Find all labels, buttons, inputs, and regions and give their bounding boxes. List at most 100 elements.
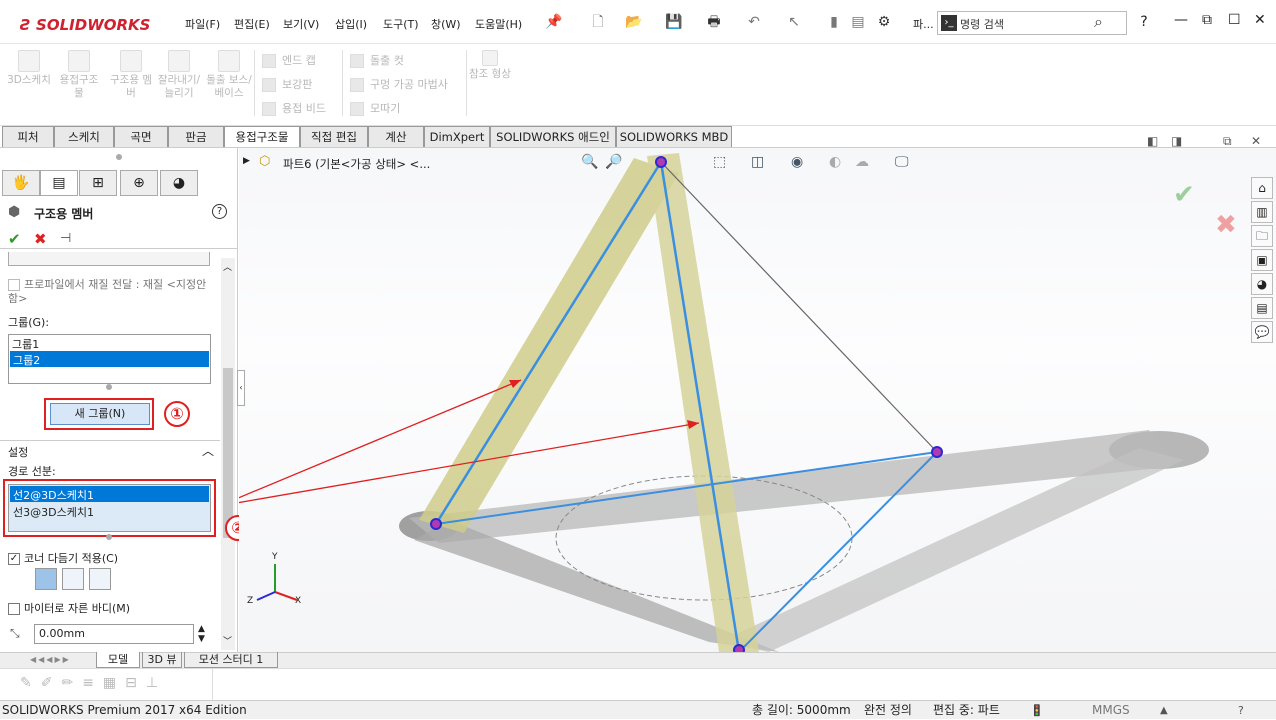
- tab-surfaces[interactable]: 곡면: [114, 126, 168, 147]
- list-item[interactable]: 그룹1: [9, 335, 210, 351]
- property-manager-tab[interactable]: ▤: [40, 170, 78, 196]
- extruded-cut-button[interactable]: 돌출 컷: [350, 52, 404, 68]
- new-document-icon[interactable]: 🗋: [588, 12, 608, 32]
- graphics-area[interactable]: ▶ ⬡ 파트6 (기본<가공 상태> <... 🔍 🔎 ⬚ ◫ ◉ ◐ ☁ 🖵 …: [239, 134, 1276, 652]
- menu-tools[interactable]: 도구(T): [383, 16, 419, 32]
- gap-input[interactable]: 0.00mm: [34, 624, 194, 644]
- options-gear-icon[interactable]: ⚙: [874, 12, 894, 32]
- list-item-selected[interactable]: 그룹2: [10, 351, 209, 367]
- view-palette-icon[interactable]: ▣: [1251, 249, 1273, 271]
- gusset-button[interactable]: 보강판: [262, 76, 312, 92]
- tab-mbd[interactable]: SOLIDWORKS MBD: [616, 126, 732, 147]
- appearances-icon[interactable]: ◕: [1251, 273, 1273, 295]
- command-search[interactable]: ›_ 명령 검색 ⌕: [937, 11, 1127, 35]
- open-icon[interactable]: 📂: [624, 12, 644, 32]
- weld-bead-button[interactable]: 용접 비드: [262, 100, 326, 116]
- units-dropdown-icon[interactable]: ▲: [1160, 701, 1168, 720]
- end-butt1-button[interactable]: [62, 568, 84, 590]
- splitter-handle[interactable]: [116, 154, 122, 160]
- tile-icon[interactable]: ⧉: [1202, 12, 1212, 28]
- hole-wizard-button[interactable]: 구멍 가공 마법사: [350, 76, 448, 92]
- dimxpert-manager-tab[interactable]: ⊕: [120, 170, 158, 196]
- tab-model[interactable]: 모델: [96, 652, 140, 668]
- weldment-button[interactable]: 용접구조물: [56, 48, 102, 100]
- search-input[interactable]: 명령 검색: [960, 16, 1004, 32]
- confirm-check-icon[interactable]: ✔: [1173, 180, 1195, 210]
- hide-show-icon[interactable]: ◉: [791, 154, 803, 170]
- corner-treatment-checkbox[interactable]: ✓: [8, 553, 20, 565]
- ok-check-icon[interactable]: ✔: [8, 230, 21, 248]
- viewport-tile-icon[interactable]: ◧: [1147, 134, 1158, 148]
- minimize-icon[interactable]: —: [1174, 12, 1188, 28]
- confirm-cancel-icon[interactable]: ✖: [1215, 210, 1237, 240]
- menu-help[interactable]: 도움말(H): [475, 16, 522, 32]
- list-item[interactable]: 선3@3D스케치1: [10, 503, 209, 519]
- close-icon[interactable]: ✕: [1254, 12, 1266, 28]
- scroll-up-icon[interactable]: ︿: [223, 260, 232, 273]
- rebuild-light-icon[interactable]: 🚦: [1030, 701, 1044, 720]
- new-group-button[interactable]: 새 그룹(N): [50, 403, 150, 425]
- tab-sketch[interactable]: 스케치: [54, 126, 114, 147]
- viewport-close-icon[interactable]: ✕: [1251, 134, 1261, 148]
- zoom-area-icon[interactable]: 🔎: [605, 154, 622, 170]
- tab-sheet-metal[interactable]: 판금: [168, 126, 224, 147]
- help-icon[interactable]: ?: [212, 204, 227, 219]
- tab-weldments[interactable]: 용접구조물: [224, 126, 300, 147]
- custom-properties-icon[interactable]: ▤: [1251, 297, 1273, 319]
- menu-file[interactable]: 파일(F): [185, 16, 220, 32]
- menu-insert[interactable]: 삽입(I): [335, 16, 367, 32]
- panel-collapse-handle[interactable]: ‹: [237, 370, 245, 406]
- help-status-icon[interactable]: ?: [1238, 701, 1244, 720]
- menu-view[interactable]: 보기(V): [283, 16, 319, 32]
- tab-addins[interactable]: SOLIDWORKS 애드인: [490, 126, 616, 147]
- search-icon[interactable]: ⌕: [1094, 12, 1103, 32]
- quick-overflow[interactable]: 파...: [913, 16, 934, 32]
- help-icon[interactable]: ?: [1134, 12, 1154, 32]
- units-selector[interactable]: MMGS: [1092, 701, 1130, 720]
- annotation-tools-icon[interactable]: ✎✐✏≡▦⊟⊥: [20, 675, 167, 691]
- zoom-to-fit-icon[interactable]: 🔍: [581, 154, 598, 170]
- select-icon[interactable]: ↖: [784, 12, 804, 32]
- panel-scrollbar[interactable]: ︿ ﹀: [221, 258, 235, 650]
- list-resize-handle[interactable]: [106, 534, 112, 540]
- menu-edit[interactable]: 편집(E): [234, 16, 270, 32]
- path-segments-list[interactable]: 선2@3D스케치1 선3@3D스케치1: [8, 484, 211, 532]
- file-explorer-icon[interactable]: 🗀: [1251, 225, 1273, 247]
- solidworks-logo[interactable]: Ƨ SOLIDWORKS: [12, 10, 155, 40]
- pin-icon[interactable]: 📌: [544, 12, 564, 32]
- end-butt2-button[interactable]: [89, 568, 111, 590]
- cancel-x-icon[interactable]: ✖: [34, 230, 47, 248]
- tab-3d-view[interactable]: 3D 뷰: [142, 652, 182, 668]
- forum-icon[interactable]: 💬: [1251, 321, 1273, 343]
- view-settings-icon[interactable]: ⬚: [713, 154, 726, 170]
- tab-scroll-arrows-icon[interactable]: ◀◀◀▶▶: [30, 655, 71, 664]
- transfer-material-option[interactable]: 프로파일에서 재질 전달 : 재질 <지정안함>: [8, 278, 208, 306]
- trim-extend-button[interactable]: 잘라내기/늘리기: [156, 48, 202, 100]
- list-resize-handle[interactable]: [106, 384, 112, 390]
- file-properties-icon[interactable]: ▤: [848, 12, 868, 32]
- save-icon[interactable]: 💾: [664, 12, 684, 32]
- scrollbar-thumb[interactable]: [223, 368, 233, 538]
- chamfer-button[interactable]: 모따기: [350, 100, 400, 116]
- rebuild-icon[interactable]: ▮: [824, 12, 844, 32]
- corner-treatment-option[interactable]: ✓ 코너 다듬기 적용(C): [8, 550, 118, 566]
- view-orientation-icon[interactable]: ◫: [751, 154, 764, 170]
- display-manager-tab[interactable]: ◕: [160, 170, 198, 196]
- feature-manager-tab[interactable]: 🖐: [2, 170, 40, 196]
- gap-spinner[interactable]: ▲ ▼: [198, 624, 205, 644]
- tab-direct-editing[interactable]: 직접 편집: [300, 126, 368, 147]
- miter-bodies-option[interactable]: 마이터로 자른 바디(M): [8, 600, 130, 616]
- maximize-icon[interactable]: ☐: [1228, 12, 1241, 28]
- reference-geometry-button[interactable]: 참조 형상: [468, 48, 512, 81]
- structural-member-button[interactable]: 구조용 멤버: [108, 48, 154, 100]
- 3d-sketch-button[interactable]: 3D스케치: [6, 48, 52, 87]
- end-cap-button[interactable]: 엔드 캡: [262, 52, 316, 68]
- tab-features[interactable]: 피처: [2, 126, 54, 147]
- home-icon[interactable]: ⌂: [1251, 177, 1273, 199]
- profile-dropdown[interactable]: [8, 252, 210, 266]
- tab-dimxpert[interactable]: DimXpert: [424, 126, 490, 147]
- scroll-down-icon[interactable]: ﹀: [223, 634, 232, 647]
- transfer-material-checkbox[interactable]: [8, 279, 20, 291]
- keep-visible-pin-icon[interactable]: ⊣: [60, 231, 71, 246]
- extruded-boss-button[interactable]: 돌출 보스/베이스: [206, 48, 252, 100]
